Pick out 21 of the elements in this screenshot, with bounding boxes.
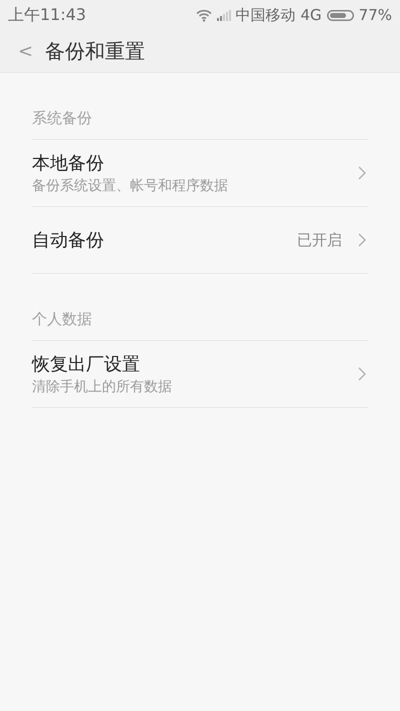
- battery-percent: 77%: [358, 6, 392, 24]
- item-description: 清除手机上的所有数据: [32, 378, 173, 396]
- chevron-icon: [358, 367, 366, 381]
- item-title: 本地备份: [32, 152, 105, 175]
- carrier-label: 中国移动 4G: [236, 6, 322, 24]
- battery-icon: [326, 10, 354, 20]
- settings-item[interactable]: 本地备份 备份系统设置、帐号和程序数据: [32, 140, 368, 207]
- section-header: 个人数据: [32, 274, 368, 341]
- chevron-icon: [358, 166, 366, 180]
- section-header: 系统备份: [32, 73, 368, 140]
- status-time: 上午11:43: [8, 4, 86, 26]
- chevron-icon: [358, 233, 366, 247]
- item-description: 备份系统设置、帐号和程序数据: [32, 177, 229, 195]
- signal-icon: [216, 10, 231, 20]
- item-title: 恢复出厂设置: [32, 353, 141, 376]
- item-title: 自动备份: [32, 229, 105, 252]
- wifi-icon: [196, 8, 212, 22]
- settings-item[interactable]: 恢复出厂设置 清除手机上的所有数据: [32, 341, 368, 408]
- settings-item[interactable]: 自动备份 已开启: [32, 207, 368, 274]
- status-value: 已开启: [297, 230, 342, 250]
- page-title: 备份和重置: [45, 38, 146, 64]
